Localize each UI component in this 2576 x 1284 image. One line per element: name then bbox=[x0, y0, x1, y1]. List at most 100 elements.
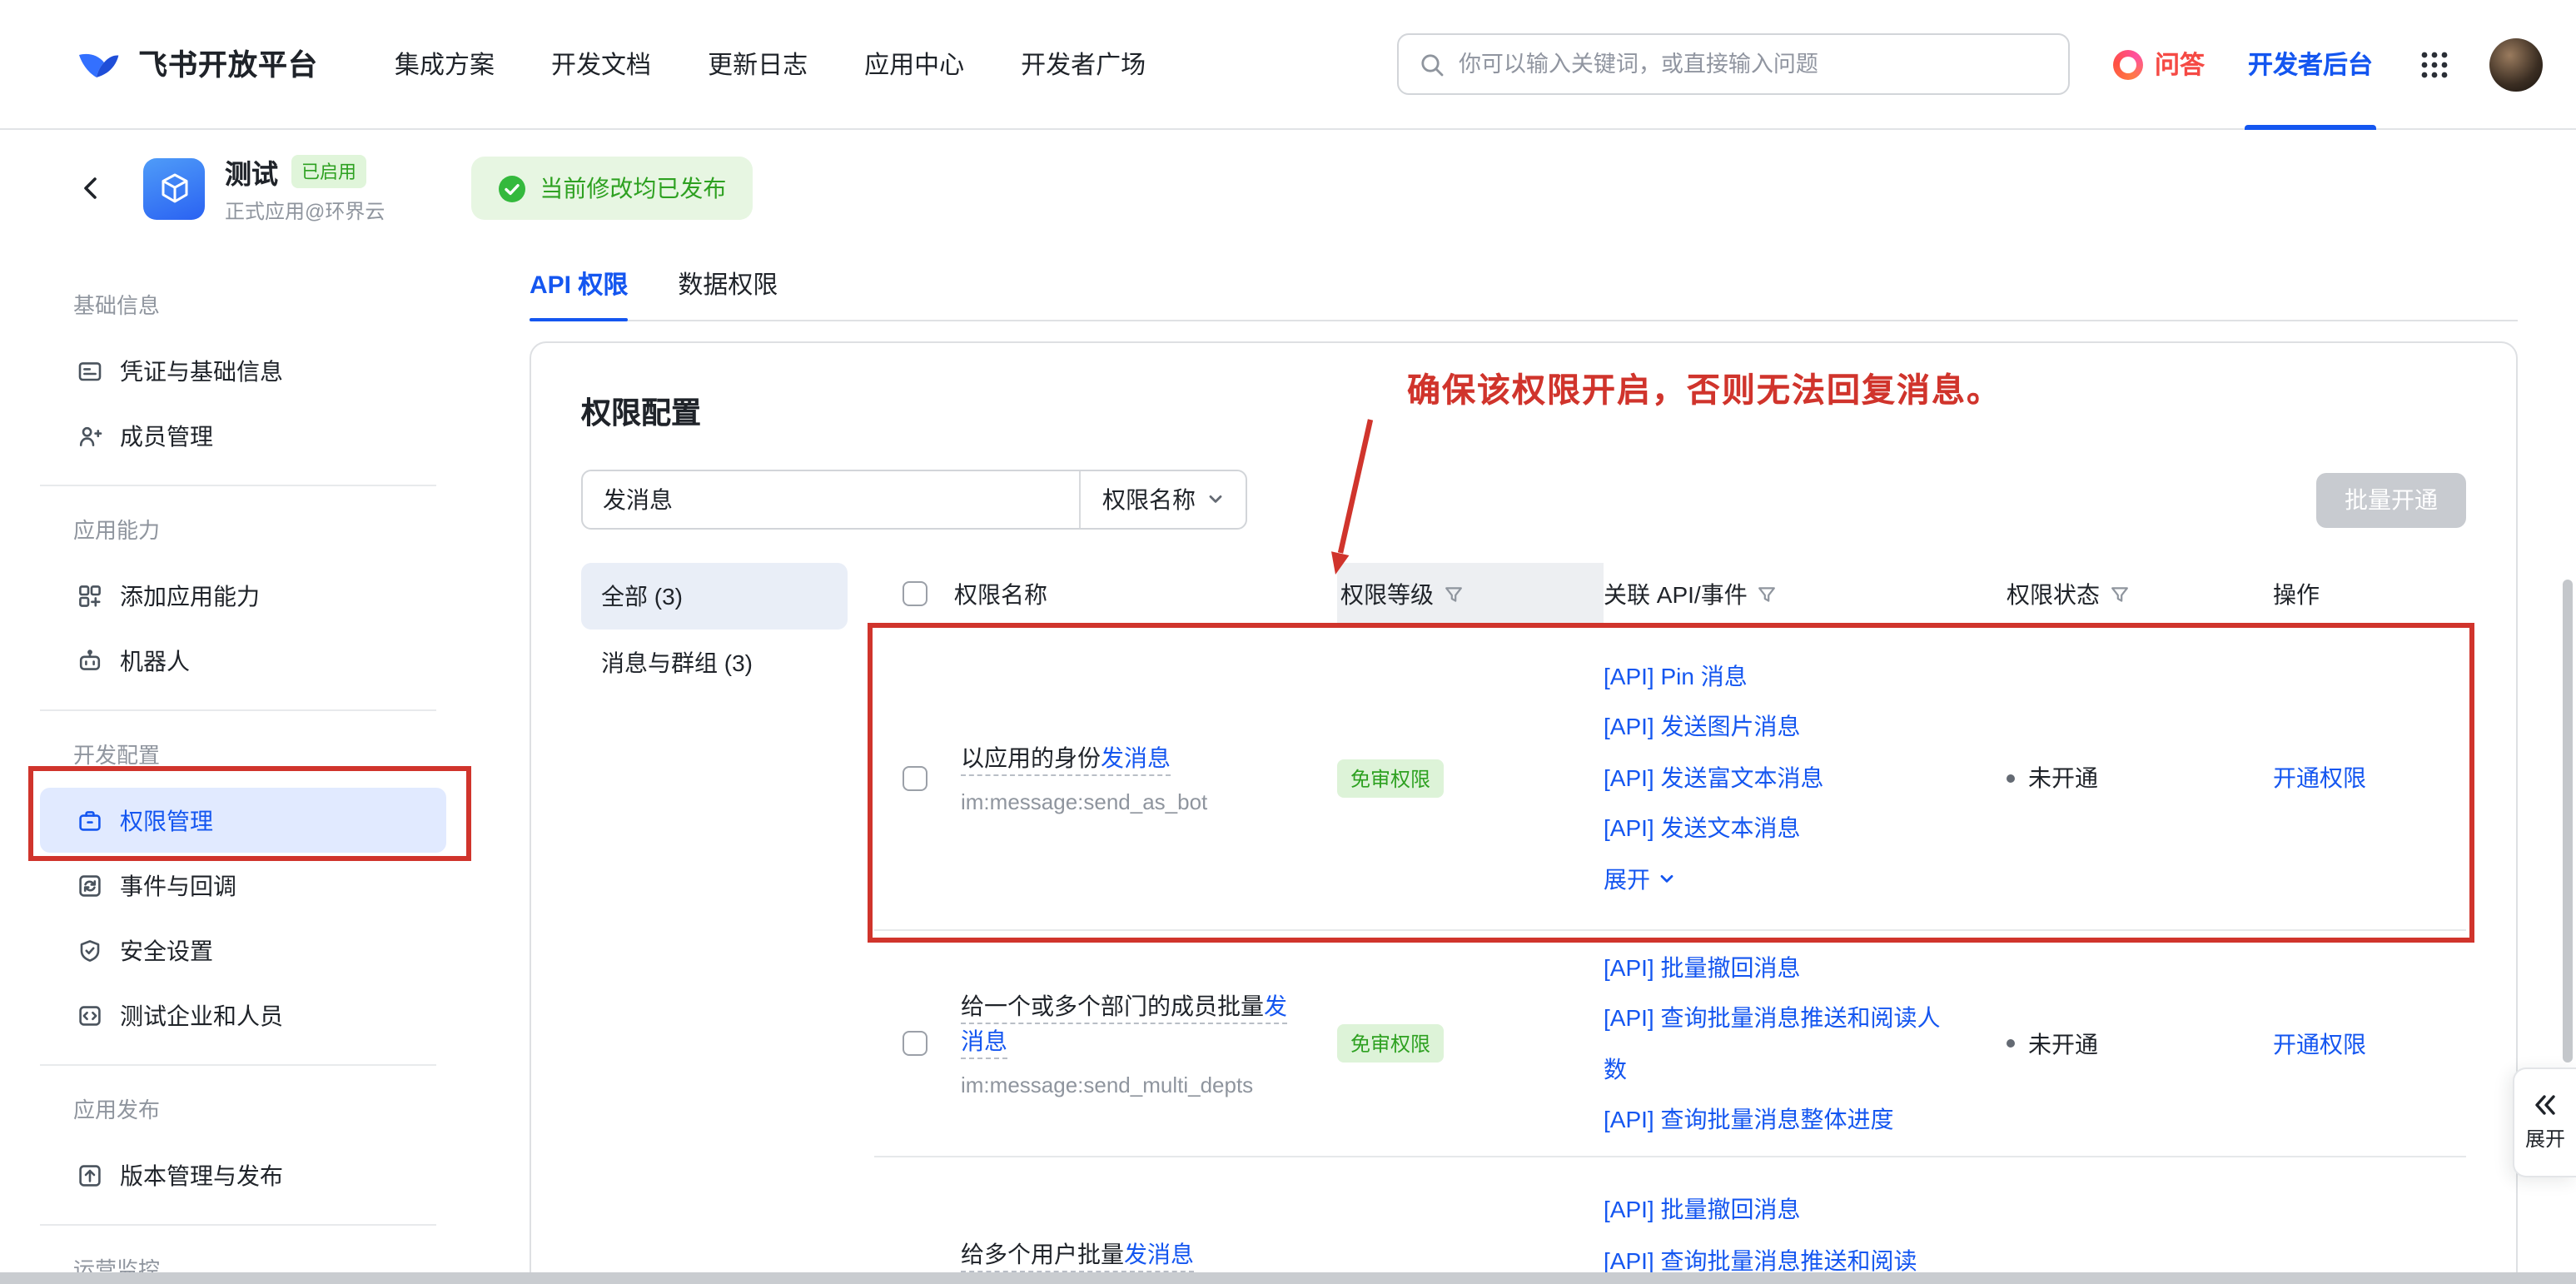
api-link[interactable]: [API] 查询批量消息推送和阅读人数 bbox=[1604, 993, 1960, 1094]
sidebar-section-title: 基础信息 bbox=[73, 291, 473, 321]
api-link[interactable]: [API] 发送图片消息 bbox=[1604, 702, 1960, 753]
api-link[interactable]: [API] 查询批量消息整体进度 bbox=[1604, 1094, 1960, 1145]
divider bbox=[40, 485, 436, 486]
sidebar-item-add-capability[interactable]: 添加应用能力 bbox=[40, 563, 446, 628]
permission-config-card: 权限配置 权限名称 批量开通 全部 (3)消息与群组 (3) 权限名称权限等 bbox=[530, 341, 2518, 1284]
qa-link[interactable]: 问答 bbox=[2113, 47, 2205, 82]
avatar[interactable] bbox=[2489, 37, 2543, 91]
sidebar-section-title: 应用能力 bbox=[73, 516, 473, 546]
sidebar-item-label: 机器人 bbox=[120, 644, 190, 677]
permission-name[interactable]: 给多个用户批量发消息 bbox=[961, 1237, 1294, 1272]
brand[interactable]: 飞书开放平台 bbox=[73, 39, 318, 89]
developer-console-tab[interactable]: 开发者后台 bbox=[2248, 0, 2373, 129]
level-badge: 免审权限 bbox=[1337, 1024, 1444, 1063]
api-link[interactable]: [API] 发送文本消息 bbox=[1604, 804, 1960, 854]
tab-data-permission[interactable]: 数据权限 bbox=[678, 246, 778, 320]
security-icon bbox=[77, 937, 103, 963]
permission-search-input[interactable] bbox=[583, 471, 1079, 528]
column-header: 权限等级 bbox=[1337, 563, 1604, 625]
api-link[interactable]: [API] 发送富文本消息 bbox=[1604, 753, 1960, 804]
members-icon bbox=[77, 422, 103, 449]
nav-item[interactable]: 开发文档 bbox=[551, 47, 651, 82]
app-subtitle: 正式应用@环界云 bbox=[225, 197, 385, 225]
permission-name[interactable]: 给一个或多个部门的成员批量发消息 bbox=[961, 988, 1294, 1058]
api-link[interactable]: [API] 批量撤回消息 bbox=[1604, 1184, 1960, 1235]
sidebar-item-members[interactable]: 成员管理 bbox=[40, 403, 446, 468]
nav-item[interactable]: 更新日志 bbox=[708, 47, 808, 82]
nav-item[interactable]: 集成方案 bbox=[395, 47, 495, 82]
status-dot bbox=[2007, 1039, 2015, 1048]
expand-row-link[interactable]: 展开 bbox=[1604, 854, 1960, 905]
check-circle-icon bbox=[498, 174, 526, 202]
horizontal-scrollbar[interactable] bbox=[0, 1272, 2576, 1284]
sidebar-item-robot[interactable]: 机器人 bbox=[40, 628, 446, 693]
main-content: API 权限 数据权限 权限配置 权限名称 批量开通 bbox=[530, 246, 2518, 1284]
permission-scope: im:message:send_multi_depts bbox=[961, 1070, 1294, 1098]
sidebar-item-release[interactable]: 版本管理与发布 bbox=[40, 1142, 446, 1207]
table-area: 全部 (3)消息与群组 (3) 权限名称权限等级关联 API/事件权限状态操作 … bbox=[581, 563, 2466, 1284]
permission-search-group: 权限名称 bbox=[581, 470, 1247, 530]
status-text: 未开通 bbox=[2028, 1027, 2098, 1060]
sidebar-item-label: 凭证与基础信息 bbox=[120, 354, 283, 387]
add-capability-icon bbox=[77, 582, 103, 609]
publish-banner-text: 当前修改均已发布 bbox=[540, 172, 726, 205]
batch-open-button[interactable]: 批量开通 bbox=[2316, 472, 2466, 527]
column-header: 操作 bbox=[2273, 563, 2466, 625]
main-nav: 集成方案 开发文档 更新日志 应用中心 开发者广场 bbox=[395, 47, 1146, 82]
table-row: 给一个或多个部门的成员批量发消息 im:message:send_multi_de… bbox=[874, 931, 2466, 1157]
search-field-select[interactable]: 权限名称 bbox=[1079, 471, 1246, 528]
apps-grid-icon[interactable] bbox=[2419, 49, 2449, 79]
row-checkbox[interactable] bbox=[902, 765, 927, 790]
filter-icon[interactable] bbox=[1758, 584, 1778, 604]
sidebar-item-event[interactable]: 事件与回调 bbox=[40, 853, 446, 918]
level-badge: 免审权限 bbox=[1337, 759, 1444, 797]
permission-table: 权限名称权限等级关联 API/事件权限状态操作 以应用的身份发消息im:mess… bbox=[874, 563, 2466, 1284]
status-dot bbox=[2007, 774, 2015, 782]
open-permission-link[interactable]: 开通权限 bbox=[2273, 1027, 2466, 1060]
nav-search-input[interactable] bbox=[1459, 52, 2048, 77]
column-header-label: 权限等级 bbox=[1340, 577, 1434, 610]
credential-icon bbox=[77, 357, 103, 384]
page: 飞书开放平台 集成方案 开发文档 更新日志 应用中心 开发者广场 问答 开发者后台 bbox=[0, 0, 2576, 1284]
expand-panel-button[interactable]: 展开 bbox=[2513, 1068, 2576, 1177]
sidebar-item-test-org[interactable]: 测试企业和人员 bbox=[40, 983, 446, 1048]
console-label: 开发者后台 bbox=[2248, 47, 2373, 82]
open-permission-link[interactable]: 开通权限 bbox=[2273, 761, 2466, 794]
page-title: 权限配置 bbox=[581, 390, 2466, 433]
brand-text: 飞书开放平台 bbox=[138, 43, 318, 85]
top-navbar: 飞书开放平台 集成方案 开发文档 更新日志 应用中心 开发者广场 问答 开发者后台 bbox=[0, 0, 2576, 130]
nav-item[interactable]: 应用中心 bbox=[864, 47, 964, 82]
tab-label: 数据权限 bbox=[678, 266, 778, 301]
nav-item[interactable]: 开发者广场 bbox=[1021, 47, 1146, 82]
select-all-checkbox[interactable] bbox=[902, 581, 927, 606]
sidebar: 基础信息凭证与基础信息成员管理应用能力添加应用能力机器人开发配置权限管理事件与回… bbox=[0, 246, 473, 1284]
nav-search[interactable] bbox=[1397, 33, 2070, 95]
sidebar-item-security[interactable]: 安全设置 bbox=[40, 918, 446, 983]
permission-name[interactable]: 以应用的身份发消息 bbox=[961, 740, 1294, 775]
category-item[interactable]: 全部 (3) bbox=[581, 563, 848, 630]
api-link[interactable]: [API] Pin 消息 bbox=[1604, 651, 1960, 702]
divider bbox=[40, 709, 436, 711]
row-checkbox[interactable] bbox=[902, 1031, 927, 1056]
back-icon[interactable] bbox=[77, 173, 107, 203]
sidebar-item-label: 测试企业和人员 bbox=[120, 998, 283, 1032]
sidebar-item-label: 版本管理与发布 bbox=[120, 1158, 283, 1192]
app-header-bar: 测试 已启用 正式应用@环界云 当前修改均已发布 bbox=[0, 130, 2576, 246]
filter-icon[interactable] bbox=[2110, 584, 2130, 604]
status-badge: 已启用 bbox=[291, 155, 366, 188]
sidebar-item-permission[interactable]: 权限管理 bbox=[40, 788, 446, 853]
vertical-scrollbar[interactable] bbox=[2563, 580, 2573, 1063]
chevron-down-icon bbox=[1207, 491, 1224, 508]
expand-label: 展开 bbox=[1604, 854, 1650, 905]
sidebar-item-credential[interactable]: 凭证与基础信息 bbox=[40, 338, 446, 403]
tab-api-permission[interactable]: API 权限 bbox=[530, 246, 628, 320]
api-link[interactable]: [API] 批量撤回消息 bbox=[1604, 942, 1960, 993]
category-item[interactable]: 消息与群组 (3) bbox=[581, 630, 848, 696]
table-rows: 以应用的身份发消息im:message:send_as_bot免审权限[API]… bbox=[874, 626, 2466, 1284]
status-text: 未开通 bbox=[2028, 761, 2098, 794]
filter-icon[interactable] bbox=[1444, 584, 1464, 604]
app-icon bbox=[143, 157, 205, 219]
sidebar-item-label: 安全设置 bbox=[120, 933, 213, 967]
column-header: 权限状态 bbox=[2007, 563, 2273, 625]
sidebar-section-title: 应用发布 bbox=[73, 1096, 473, 1126]
